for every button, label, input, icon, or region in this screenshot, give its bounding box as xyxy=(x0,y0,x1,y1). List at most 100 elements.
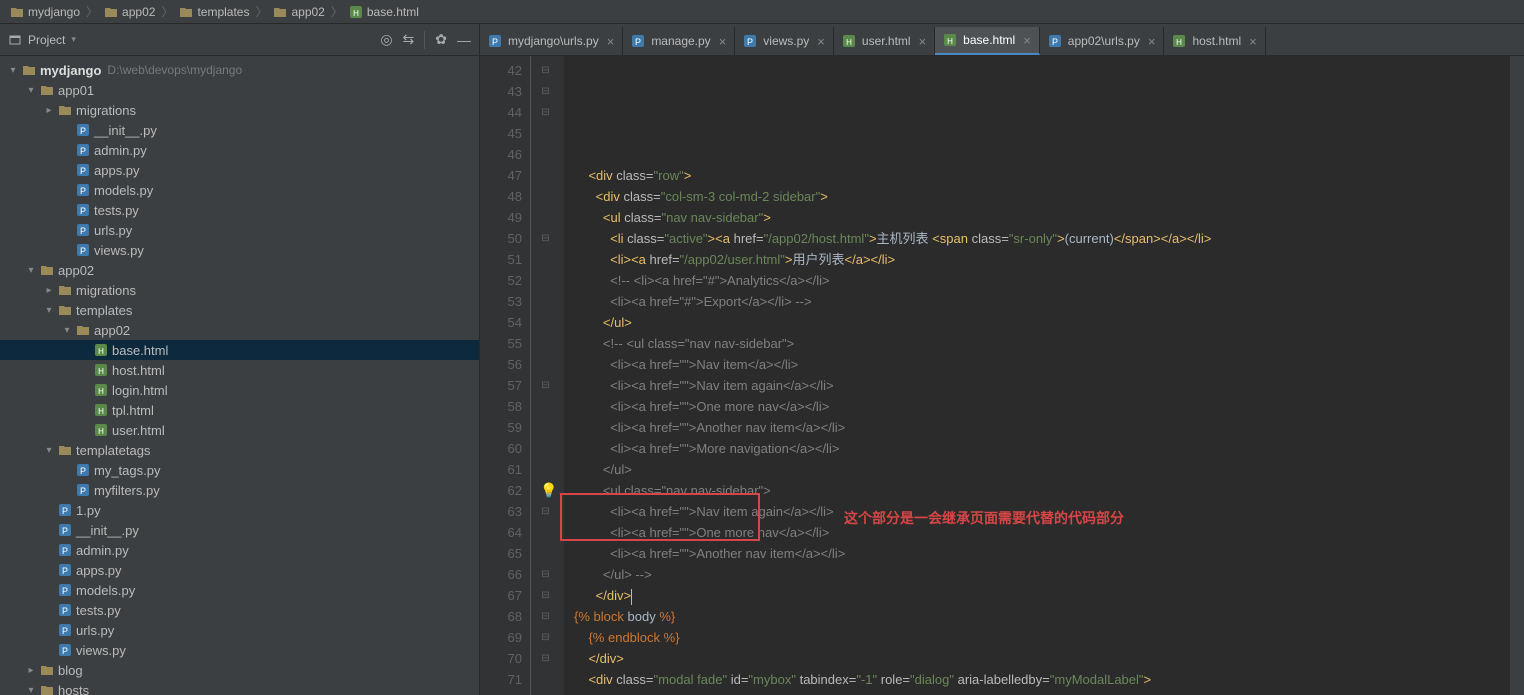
fold-marker[interactable] xyxy=(531,522,560,543)
code-line-43[interactable]: <div class="col-sm-3 col-md-2 sidebar"> xyxy=(574,186,1510,207)
close-icon[interactable]: × xyxy=(817,34,825,49)
code-line-47[interactable]: <!-- <li><a href="#">Analytics</a></li> xyxy=(574,270,1510,291)
tree-row-urls-py[interactable]: Purls.py xyxy=(0,220,479,240)
line-number[interactable]: 60 xyxy=(480,438,522,459)
fold-marker[interactable] xyxy=(531,207,560,228)
fold-marker[interactable] xyxy=(531,291,560,312)
code-line-51[interactable]: <li><a href="">Nav item</a></li> xyxy=(574,354,1510,375)
project-tree[interactable]: ▾mydjangoD:\web\devops\mydjango▾app01 ▸mi… xyxy=(0,56,479,695)
line-number[interactable]: 52 xyxy=(480,270,522,291)
line-number[interactable]: 68 xyxy=(480,606,522,627)
close-icon[interactable]: × xyxy=(919,34,927,49)
fold-gutter[interactable]: ⊟⊟⊟⊟⊟⊟⊟⊟⊟⊟⊟ xyxy=(530,56,560,695)
intention-bulb-icon[interactable]: 💡 xyxy=(540,480,557,501)
line-number[interactable]: 56 xyxy=(480,354,522,375)
line-number[interactable]: 49 xyxy=(480,207,522,228)
tree-arrow-icon[interactable]: ▾ xyxy=(24,85,38,96)
line-number[interactable]: 71 xyxy=(480,669,522,690)
code-line-50[interactable]: <!-- <ul class="nav nav-sidebar"> xyxy=(574,333,1510,354)
fold-marker[interactable] xyxy=(531,459,560,480)
fold-marker[interactable]: ⊟ xyxy=(531,228,560,249)
fold-marker[interactable] xyxy=(531,396,560,417)
tree-arrow-icon[interactable]: ▾ xyxy=(42,305,56,316)
code-line-56[interactable]: </ul> xyxy=(574,459,1510,480)
code-line-61[interactable]: </ul> --> xyxy=(574,564,1510,585)
tree-row-app02[interactable]: ▾app02 xyxy=(0,320,479,340)
line-number[interactable]: 42 xyxy=(480,60,522,81)
tree-arrow-icon[interactable]: ▾ xyxy=(6,65,20,76)
tree-row-admin-py[interactable]: Padmin.py xyxy=(0,540,479,560)
tree-row-user-html[interactable]: Huser.html xyxy=(0,420,479,440)
line-number[interactable]: 70 xyxy=(480,648,522,669)
code-line-67[interactable]: <div class="modal-dialog" role="document… xyxy=(574,690,1510,695)
tree-row-templatetags[interactable]: ▾templatetags xyxy=(0,440,479,460)
tab-host-html[interactable]: Hhost.html× xyxy=(1164,27,1265,55)
vertical-scrollbar[interactable] xyxy=(1510,56,1524,695)
tree-row-my-tags-py[interactable]: Pmy_tags.py xyxy=(0,460,479,480)
line-number[interactable]: 69 xyxy=(480,627,522,648)
fold-marker[interactable] xyxy=(531,354,560,375)
code-line-49[interactable]: </ul> xyxy=(574,312,1510,333)
fold-marker[interactable]: ⊟ xyxy=(531,585,560,606)
code-line-44[interactable]: <ul class="nav nav-sidebar"> xyxy=(574,207,1510,228)
line-number[interactable]: 61 xyxy=(480,459,522,480)
tab-user-html[interactable]: Huser.html× xyxy=(834,27,935,55)
tree-row-admin-py[interactable]: Padmin.py xyxy=(0,140,479,160)
fold-marker[interactable]: ⊟ xyxy=(531,375,560,396)
tree-row-models-py[interactable]: Pmodels.py xyxy=(0,580,479,600)
code-line-52[interactable]: <li><a href="">Nav item again</a></li> xyxy=(574,375,1510,396)
line-number[interactable]: 59 xyxy=(480,417,522,438)
tree-row-mydjango[interactable]: ▾mydjangoD:\web\devops\mydjango xyxy=(0,60,479,80)
fold-marker[interactable] xyxy=(531,438,560,459)
line-number[interactable]: 46 xyxy=(480,144,522,165)
code-line-57[interactable]: <ul class="nav nav-sidebar"> xyxy=(574,480,1510,501)
code-line-66[interactable]: <div class="modal fade" id="mybox" tabin… xyxy=(574,669,1510,690)
tree-row-tests-py[interactable]: Ptests.py xyxy=(0,600,479,620)
breadcrumb-item[interactable]: Hbase.html xyxy=(345,5,423,19)
line-number[interactable]: 43 xyxy=(480,81,522,102)
fold-marker[interactable] xyxy=(531,186,560,207)
fold-marker[interactable]: ⊟ xyxy=(531,606,560,627)
collapse-all-icon[interactable]: ⇆ xyxy=(403,31,415,48)
fold-marker[interactable]: ⊟ xyxy=(531,60,560,81)
tree-row-migrations[interactable]: ▸migrations xyxy=(0,280,479,300)
tab-base-html[interactable]: Hbase.html× xyxy=(935,27,1040,55)
tree-row-blog[interactable]: ▸blog xyxy=(0,660,479,680)
line-number[interactable]: 51 xyxy=(480,249,522,270)
sidebar-title[interactable]: Project ▾ xyxy=(8,33,76,47)
tree-row-app01[interactable]: ▾app01 xyxy=(0,80,479,100)
line-number[interactable]: 57 xyxy=(480,375,522,396)
fold-marker[interactable]: ⊟ xyxy=(531,501,560,522)
code-line-60[interactable]: <li><a href="">Another nav item</a></li> xyxy=(574,543,1510,564)
tree-row-apps-py[interactable]: Papps.py xyxy=(0,560,479,580)
close-icon[interactable]: × xyxy=(1148,34,1156,49)
code-line-65[interactable]: </div> xyxy=(574,648,1510,669)
code-line-48[interactable]: <li><a href="#">Export</a></li> --> xyxy=(574,291,1510,312)
fold-marker[interactable] xyxy=(531,144,560,165)
code-line-46[interactable]: <li><a href="/app02/user.html">用户列表</a><… xyxy=(574,249,1510,270)
fold-marker[interactable] xyxy=(531,669,560,690)
line-number[interactable]: 62 xyxy=(480,480,522,501)
breadcrumb-item[interactable]: app02 xyxy=(269,5,328,19)
autoscroll-icon[interactable]: ◎ xyxy=(380,31,392,48)
tree-arrow-icon[interactable]: ▾ xyxy=(24,265,38,276)
tree-arrow-icon[interactable]: ▸ xyxy=(42,105,56,116)
tree-row-models-py[interactable]: Pmodels.py xyxy=(0,180,479,200)
line-gutter[interactable]: 4243444546474849505152535455565758596061… xyxy=(480,56,530,695)
breadcrumb-item[interactable]: templates xyxy=(175,5,253,19)
tree-row-1-py[interactable]: P1.py xyxy=(0,500,479,520)
line-number[interactable]: 55 xyxy=(480,333,522,354)
tree-arrow-icon[interactable]: ▸ xyxy=(24,665,38,676)
tree-arrow-icon[interactable]: ▾ xyxy=(60,325,74,336)
fold-marker[interactable] xyxy=(531,123,560,144)
line-number[interactable]: 54 xyxy=(480,312,522,333)
line-number[interactable]: 44 xyxy=(480,102,522,123)
tab-app02-urls-py[interactable]: Papp02\urls.py× xyxy=(1040,27,1165,55)
line-number[interactable]: 53 xyxy=(480,291,522,312)
hide-panel-icon[interactable]: — xyxy=(457,32,471,48)
fold-marker[interactable] xyxy=(531,249,560,270)
settings-icon[interactable]: ✿ xyxy=(435,31,447,48)
line-number[interactable]: 66 xyxy=(480,564,522,585)
line-number[interactable]: 48 xyxy=(480,186,522,207)
code-editor[interactable]: 💡 这个部分是一会继承页面需要代替的代码部分 <div class="row">… xyxy=(564,56,1510,695)
